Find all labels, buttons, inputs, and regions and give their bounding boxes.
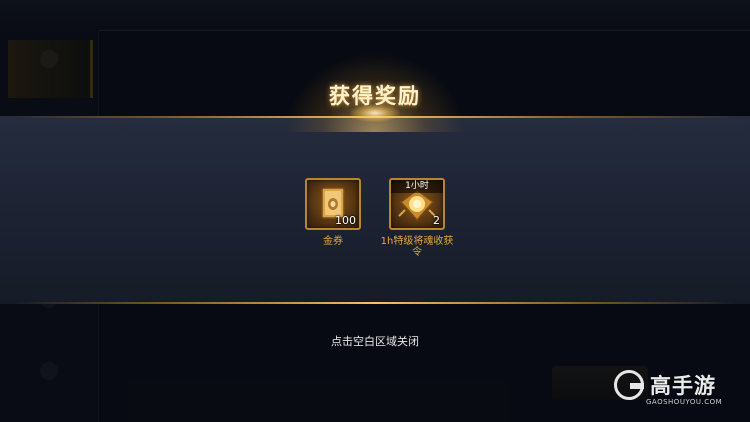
watermark: 高手游 GAOSHOUYOU.COM	[614, 370, 738, 410]
reward-panel	[0, 116, 750, 304]
reward-quantity: 100	[335, 214, 356, 227]
reward-item-talisman-token[interactable]: 1小时 2	[389, 178, 445, 230]
reward-item-gold-voucher[interactable]: 100	[305, 178, 361, 230]
reward-name: 1h特级将魂收获令	[380, 236, 454, 258]
gaoshouyou-logo-icon	[614, 370, 644, 400]
watermark-domain: GAOSHOUYOU.COM	[646, 398, 723, 406]
reward-duration-tag: 1小时	[391, 180, 443, 193]
dialog-title: 获得奖励	[329, 84, 421, 108]
watermark-brand: 高手游	[650, 374, 716, 398]
reward-name: 金券	[323, 236, 343, 247]
reward-quantity: 2	[433, 214, 440, 227]
close-hint: 点击空白区域关闭	[331, 335, 419, 348]
